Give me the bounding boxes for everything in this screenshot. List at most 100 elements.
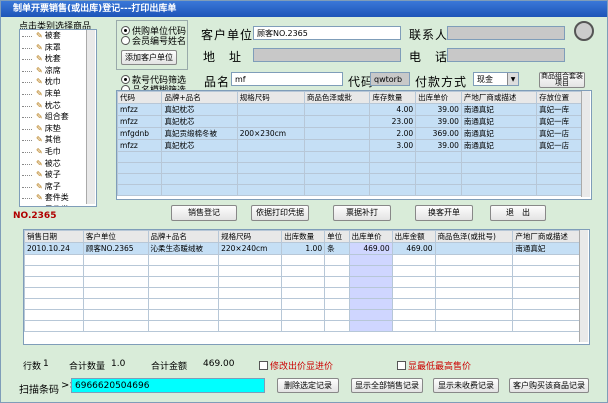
category-item[interactable]: ✎ 枕芯 bbox=[20, 100, 96, 112]
sales-records-grid[interactable]: 销售日期 客户单位 品牌+品名 规格尺码 出库数量 单位 出库单价 出库金额 商品色泽(或批号)… bbox=[23, 229, 590, 345]
pencil-icon: ✎ bbox=[36, 146, 43, 156]
sale-register-button[interactable]: 销售登记 bbox=[171, 205, 237, 221]
column-header[interactable]: 产地厂商或描述 bbox=[512, 230, 584, 243]
pencil-icon: ✎ bbox=[36, 205, 43, 206]
table-row[interactable]: mfzz 真妃枕芯 4.00 39.00 南通真妃 真妃一库 bbox=[117, 103, 583, 116]
new-customer-button[interactable]: 换客开单 bbox=[415, 205, 473, 221]
category-label: 被子 bbox=[44, 170, 61, 180]
category-item[interactable]: ✎ 枕巾 bbox=[20, 76, 96, 88]
rows-label: 行数 bbox=[23, 362, 42, 372]
pay-method-select[interactable]: 现金 ▼ bbox=[473, 72, 519, 86]
column-header[interactable]: 出库数量 bbox=[281, 230, 326, 243]
column-header[interactable]: 规格尺码 bbox=[236, 91, 305, 104]
column-header[interactable]: 单位 bbox=[324, 230, 350, 243]
category-item[interactable]: ✎ 床罩 bbox=[20, 42, 96, 54]
chevron-down-icon[interactable]: ▼ bbox=[507, 73, 518, 85]
records-scrollbar[interactable] bbox=[579, 230, 588, 342]
delete-record-button[interactable]: 删除选定记录 bbox=[277, 378, 339, 393]
exit-button[interactable]: 退 出 bbox=[490, 205, 546, 221]
pencil-icon: ✎ bbox=[36, 31, 43, 40]
table-cell: 369.00 bbox=[415, 127, 462, 140]
table-row[interactable]: mfzz 真妃枕芯 3.00 39.00 南通真妃 真妃一店 bbox=[117, 139, 583, 152]
empty-row bbox=[24, 298, 584, 310]
tree-scrollbar[interactable] bbox=[86, 30, 95, 204]
category-label: 床垫 bbox=[44, 123, 61, 133]
column-header[interactable]: 规格尺码 bbox=[218, 230, 283, 243]
category-label: 枕巾 bbox=[44, 77, 61, 87]
column-header[interactable]: 存放位置 bbox=[536, 91, 583, 104]
amount-value: 469.00 bbox=[203, 359, 235, 369]
column-header[interactable]: 商品色泽(或批号) bbox=[434, 230, 514, 243]
table-cell bbox=[434, 242, 514, 255]
barcode-input[interactable]: 6966620504696 bbox=[71, 378, 265, 393]
show-unpaid-button[interactable]: 显示未收费记录 bbox=[433, 378, 499, 393]
category-item[interactable]: ✎ 被套 bbox=[20, 30, 96, 42]
show-all-sales-button[interactable]: 显示全部销售记录 bbox=[351, 378, 423, 393]
table-row[interactable]: mfzz 真妃枕芯 23.00 39.00 南通真妃 真妃一库 bbox=[117, 115, 583, 128]
pencil-icon: ✎ bbox=[36, 181, 43, 191]
pencil-icon: ✎ bbox=[36, 100, 43, 110]
contact-field[interactable] bbox=[447, 26, 565, 40]
column-header[interactable]: 产地厂商或描述 bbox=[460, 91, 538, 104]
clock-icon bbox=[574, 21, 594, 41]
pencil-icon: ✎ bbox=[36, 135, 43, 145]
address-field[interactable] bbox=[253, 48, 401, 62]
scan-label: 扫描条码 bbox=[19, 385, 59, 396]
phone-field[interactable] bbox=[447, 48, 565, 62]
column-header[interactable]: 商品色泽或批 bbox=[303, 91, 371, 104]
combo-set-button[interactable]: 商品组合套装项目 bbox=[539, 72, 585, 88]
column-header[interactable]: 品牌+品名 bbox=[147, 230, 220, 243]
column-header[interactable]: 库存数量 bbox=[369, 91, 417, 104]
table-cell: 真妃一店 bbox=[536, 127, 583, 140]
table-cell: 条 bbox=[324, 242, 350, 255]
category-item[interactable]: ✎ 组合套 bbox=[20, 111, 96, 123]
category-item[interactable]: ✎ 被子 bbox=[20, 169, 96, 181]
customer-history-button[interactable]: 客户购买该商品记录 bbox=[509, 378, 589, 393]
category-item[interactable]: ✎ 被芯 bbox=[20, 158, 96, 170]
show-cost-checkbox[interactable]: 修改出价显进价 bbox=[259, 359, 333, 372]
category-item[interactable]: ✎ 套件类 bbox=[20, 192, 96, 204]
table-cell: 39.00 bbox=[415, 103, 462, 116]
category-item[interactable]: ✎子件类 bbox=[20, 204, 96, 206]
category-item[interactable]: ✎ 枕套 bbox=[20, 53, 96, 65]
category-item[interactable]: ✎ 床垫 bbox=[20, 123, 96, 135]
product-label: 品名 bbox=[204, 75, 231, 89]
column-header[interactable]: 出库金额 bbox=[391, 230, 436, 243]
add-customer-button[interactable]: 添加客户单位 bbox=[121, 50, 177, 65]
category-item[interactable]: ✎ 凉席 bbox=[20, 65, 96, 77]
category-item[interactable]: ✎ 床单 bbox=[20, 88, 96, 100]
radio-member[interactable]: 会员编号姓名 bbox=[121, 34, 186, 47]
product-grid[interactable]: 代码 品牌+品名 规格尺码 商品色泽或批 库存数量 出库单价 产地厂商或描述 存放位置 mfz… bbox=[116, 90, 592, 200]
column-header[interactable]: 代码 bbox=[117, 91, 163, 104]
customer-field[interactable]: 顾客NO.2365 bbox=[253, 26, 401, 40]
print-voucher-button[interactable]: 依据打印凭据 bbox=[251, 205, 309, 221]
column-header[interactable]: 客户单位 bbox=[82, 230, 149, 243]
product-grid-scrollbar[interactable] bbox=[581, 91, 590, 197]
pencil-icon: ✎ bbox=[36, 112, 43, 122]
table-row[interactable]: 2010.10.24 顾客NO.2365 沁柔生态暖绒被 220×240cm 1.00 条… bbox=[24, 242, 584, 255]
pencil-icon: ✎ bbox=[36, 123, 43, 133]
table-cell: 真妃枕芯 bbox=[161, 115, 238, 128]
empty-row bbox=[24, 276, 584, 288]
table-cell: 南通真妃 bbox=[460, 127, 538, 140]
reprint-button[interactable]: 票据补打 bbox=[333, 205, 391, 221]
category-item[interactable]: ✎ 毛巾 bbox=[20, 146, 96, 158]
code-field[interactable]: qwtorb bbox=[370, 72, 410, 86]
category-item[interactable]: ✎ 其他 bbox=[20, 134, 96, 146]
column-header[interactable]: 出库单价 bbox=[348, 230, 393, 243]
column-header[interactable]: 出库单价 bbox=[415, 91, 462, 104]
category-label: 枕芯 bbox=[44, 100, 61, 110]
table-cell: 2.00 bbox=[369, 127, 417, 140]
product-field[interactable]: mf bbox=[231, 72, 343, 86]
column-header[interactable]: 销售日期 bbox=[24, 230, 84, 243]
show-minmax-checkbox[interactable]: 显最低最高售价 bbox=[397, 359, 471, 372]
table-cell: 南通真妃 bbox=[460, 115, 538, 128]
category-item[interactable]: ✎ 席子 bbox=[20, 181, 96, 193]
table-row[interactable]: mfgdnb 真妃贡缎棉冬被 200×230cm 2.00 369.00 南通真妃 真妃一店 bbox=[117, 127, 583, 140]
table-cell: 3.00 bbox=[369, 139, 417, 152]
column-header[interactable]: 品牌+品名 bbox=[161, 91, 238, 104]
table-cell: 真妃一店 bbox=[536, 139, 583, 152]
pencil-icon: ✎ bbox=[36, 65, 43, 75]
table-cell: mfgdnb bbox=[117, 127, 163, 140]
pencil-icon: ✎ bbox=[36, 42, 43, 52]
